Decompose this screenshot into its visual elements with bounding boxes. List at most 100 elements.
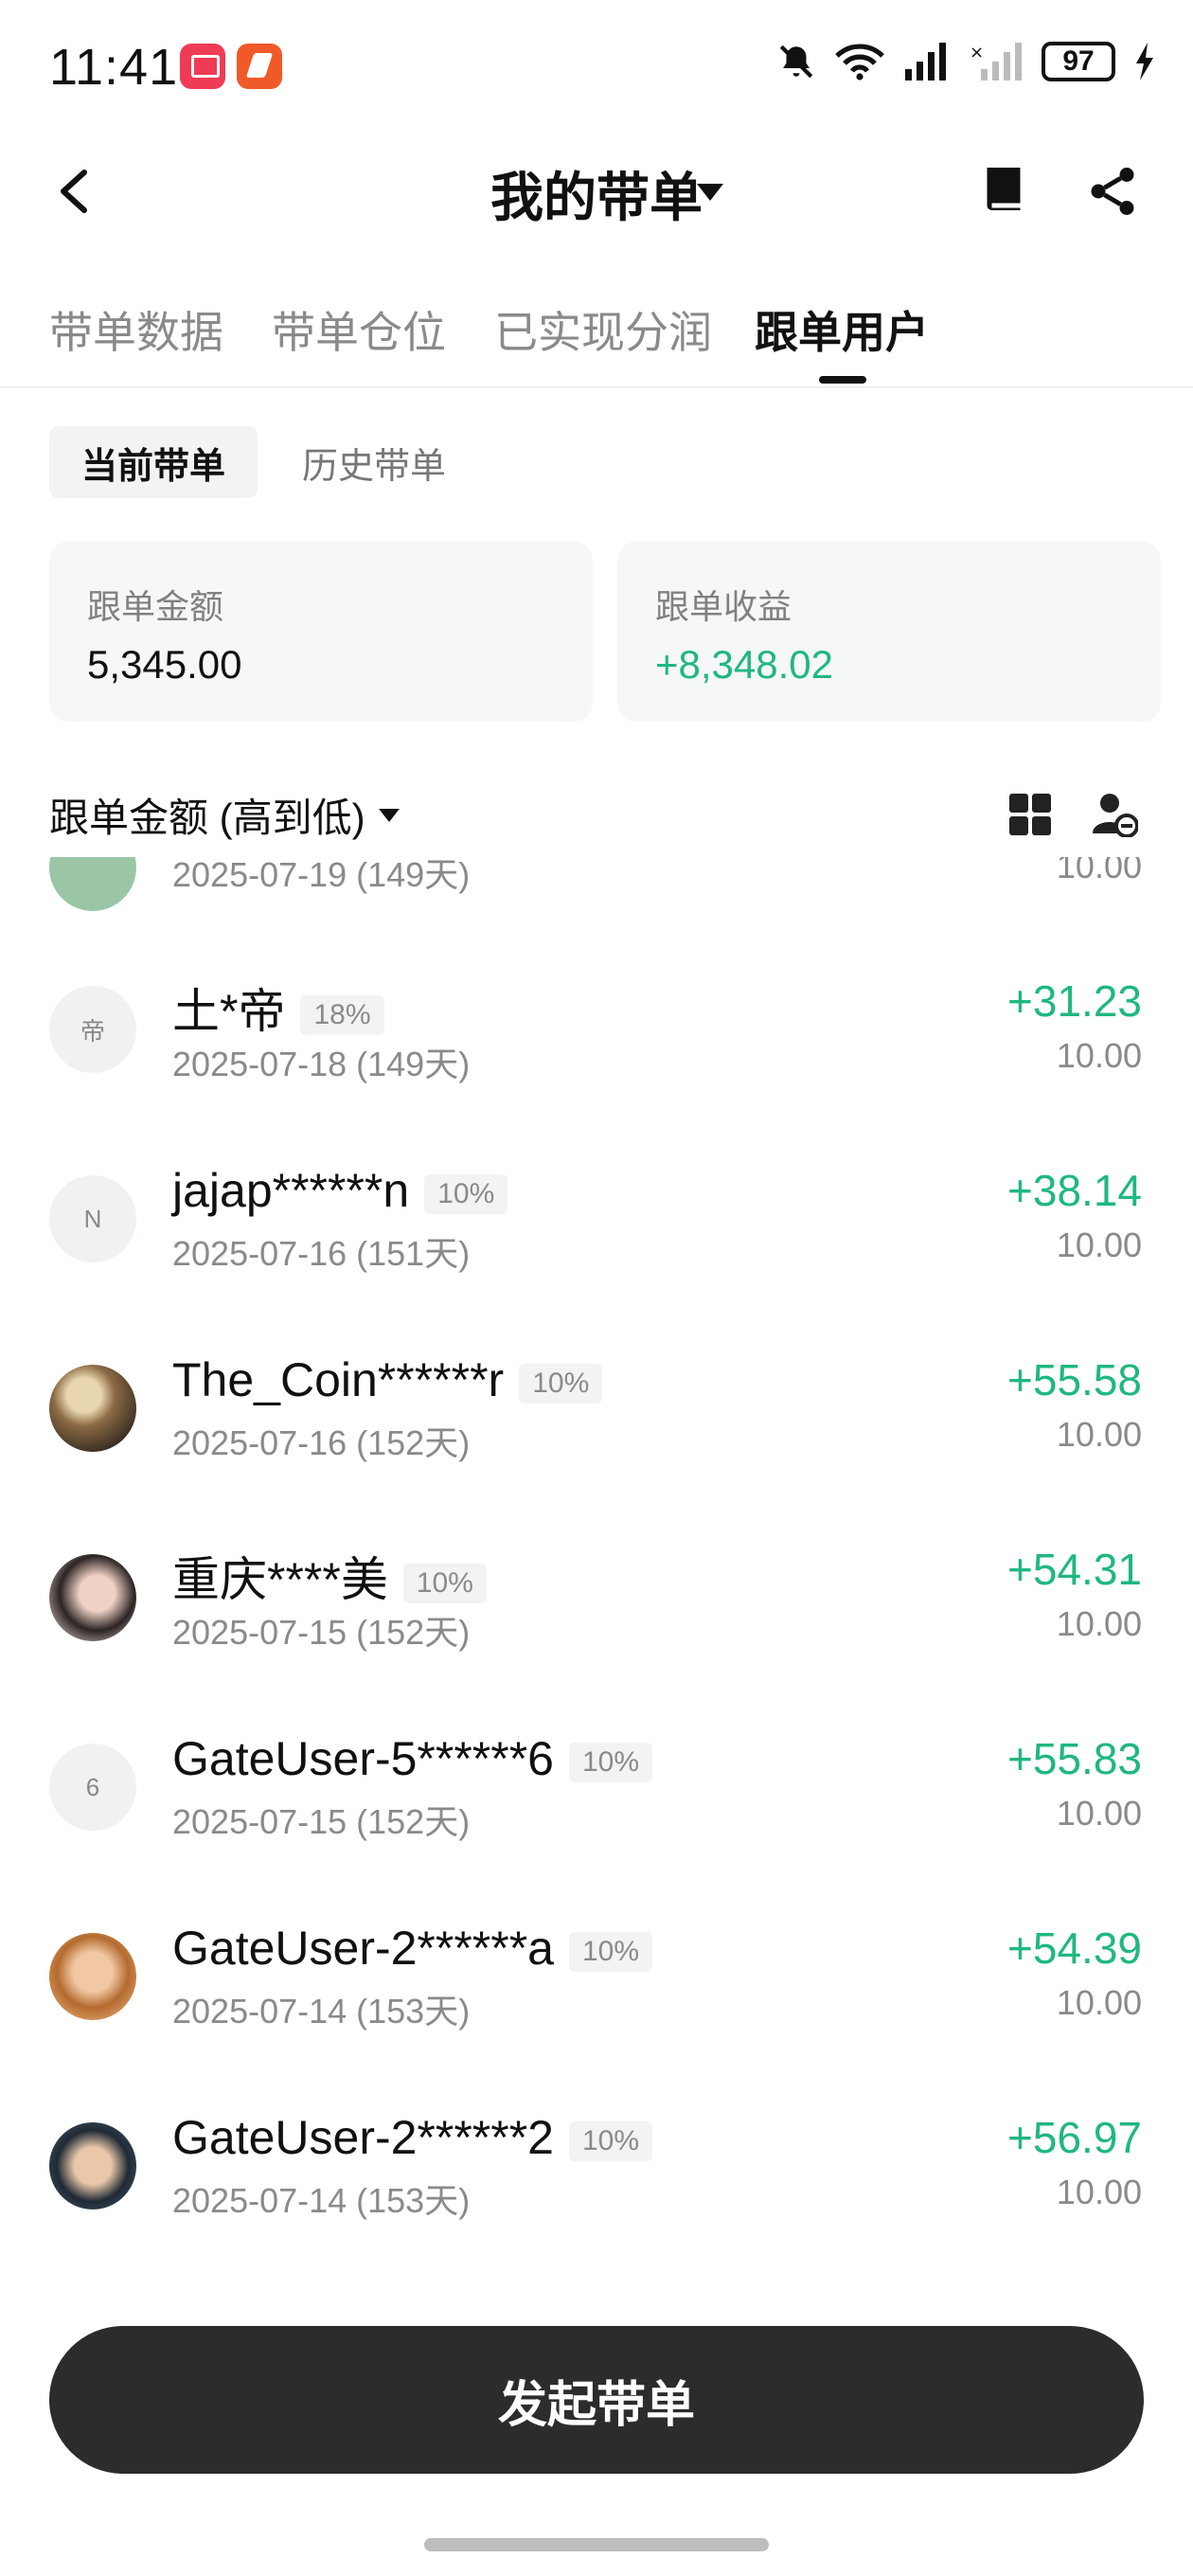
follower-amount: 10.00 — [1056, 2173, 1142, 2211]
follower-amount: 10.00 — [1056, 1604, 1142, 1643]
follower-profit: +38.14 — [1007, 1166, 1142, 1215]
follower-name: jajap******n — [172, 1164, 410, 1217]
avatar: 6 — [49, 1744, 136, 1831]
share-button[interactable] — [1084, 163, 1141, 220]
subtab-history[interactable]: 历史带单 — [284, 426, 464, 498]
profit-share-badge: 18% — [300, 994, 384, 1035]
follower-row[interactable]: 6 GateUser-5******6 10% 2025-07-15 (152天) +5… — [0, 1676, 1193, 1866]
profit-share-badge: 10% — [568, 1742, 653, 1782]
follower-profit: +54.31 — [1007, 1545, 1142, 1594]
avatar — [49, 857, 136, 911]
grid-icon — [1009, 794, 1051, 835]
follower-amount: 10.00 — [1056, 1036, 1142, 1075]
profit-share-badge: 10% — [519, 1363, 603, 1404]
follower-list: 2025-07-19 (149天) 10.00 帝土*帝 18% 2025-07-18 … — [0, 857, 1193, 2259]
active-tab-indicator — [819, 376, 866, 384]
follower-profit: +55.58 — [1007, 1355, 1142, 1404]
follower-name-line: GateUser-2******2 10% — [172, 2110, 653, 2165]
follower-amount: 10.00 — [1056, 1415, 1142, 1454]
profit-value: +8,348.02 — [655, 642, 834, 687]
sort-dropdown[interactable]: 跟单金额 (高到低) — [49, 786, 400, 844]
subtab-current[interactable]: 当前带单 — [49, 426, 258, 498]
app-header: 我的带单 — [0, 142, 1193, 246]
bell-off-icon — [779, 45, 813, 79]
follower-row[interactable]: GateUser-2******2 10% 2025-07-14 (153天) +56… — [0, 2055, 1193, 2245]
user-remove-icon — [1093, 794, 1139, 838]
follow-date: 2025-07-16 (151天) — [172, 1234, 471, 1273]
amount-label: 跟单金额 — [87, 587, 224, 626]
status-icons: × 97 — [776, 42, 1155, 81]
tab-positions[interactable]: 带单仓位 — [272, 298, 446, 361]
follower-row[interactable]: 2025-07-19 (149天) 10.00 — [0, 857, 1193, 919]
tab-copy-data[interactable]: 带单数据 — [49, 298, 223, 361]
guide-button[interactable] — [975, 163, 1032, 220]
follower-row[interactable]: Njajap******n 10% 2025-07-16 (151天) +38.14 1… — [0, 1108, 1193, 1297]
follower-name-line: 重庆****美 10% — [172, 1542, 487, 1610]
follow-date: 2025-07-14 (153天) — [172, 1992, 471, 2030]
follow-date: 2025-07-14 (153天) — [172, 2181, 471, 2220]
follow-date: 2025-07-18 (149天) — [172, 1045, 471, 1083]
follower-name-line: GateUser-2******a 10% — [172, 1921, 653, 1976]
follower-name-line: The_Coin******r 10% — [172, 1352, 603, 1407]
charging-icon — [1136, 43, 1153, 80]
grid-view-button[interactable] — [1009, 794, 1051, 835]
amount-card: 跟单金额 5,345.00 — [49, 542, 593, 722]
caret-down-icon[interactable] — [697, 184, 723, 201]
signal-icon — [905, 43, 946, 80]
avatar — [49, 1554, 136, 1641]
caret-down-icon — [378, 808, 400, 822]
follower-profit: +56.97 — [1007, 2113, 1142, 2162]
follower-name: 土*帝 — [172, 985, 286, 1038]
follower-name-line: jajap******n 10% — [172, 1163, 508, 1218]
share-icon — [1091, 168, 1134, 215]
app-root: 11:41 × 97 我的带单 带单数据 带单仓位 已实现分润 跟单用户 当前带… — [0, 0, 1193, 2576]
profit-share-badge: 10% — [402, 1563, 487, 1603]
follower-name: The_Coin******r — [172, 1353, 505, 1406]
follow-date: 2025-07-19 (149天) — [172, 857, 471, 894]
follower-amount: 10.00 — [1056, 857, 1142, 886]
profit-share-badge: 10% — [568, 1931, 653, 1972]
book-icon — [987, 168, 1021, 210]
profit-share-badge: 10% — [424, 1173, 508, 1214]
tab-realized-share[interactable]: 已实现分润 — [494, 298, 712, 361]
sort-label: 跟单金额 (高到低) — [49, 796, 365, 840]
follow-date: 2025-07-15 (152天) — [172, 1613, 471, 1652]
profit-label: 跟单收益 — [655, 587, 792, 626]
follower-profit: +55.83 — [1007, 1734, 1142, 1783]
follower-name-line: 土*帝 18% — [172, 974, 384, 1042]
notification-app-icon — [237, 44, 282, 89]
status-bar: 11:41 × 97 — [0, 0, 1193, 133]
amount-value: 5,345.00 — [87, 642, 242, 687]
avatar — [49, 2122, 136, 2209]
wifi-icon — [835, 44, 884, 80]
svg-text:×: × — [970, 43, 984, 63]
follower-name-line: GateUser-5******6 10% — [172, 1731, 653, 1786]
manage-followers-button[interactable] — [1091, 790, 1139, 838]
start-copy-trading-button[interactable]: 发起带单 — [49, 2326, 1144, 2474]
tab-followers[interactable]: 跟单用户 — [755, 298, 929, 361]
avatar: N — [49, 1175, 136, 1262]
home-indicator[interactable] — [424, 2538, 769, 2551]
follower-profit: +31.23 — [1007, 976, 1142, 1026]
avatar: 帝 — [49, 986, 136, 1073]
follower-amount: 10.00 — [1056, 1983, 1142, 2022]
follower-name: 重庆****美 — [172, 1553, 388, 1606]
avatar — [49, 1365, 136, 1452]
follower-row[interactable]: 帝土*帝 18% 2025-07-18 (149天) +31.23 10.00 — [0, 919, 1193, 1108]
profit-share-badge: 10% — [568, 2120, 653, 2161]
follower-row[interactable]: GateUser-2******a 10% 2025-07-14 (153天) +54… — [0, 1866, 1193, 2055]
follower-name: GateUser-2******a — [172, 1922, 554, 1975]
main-tabs: 带单数据 带单仓位 已实现分润 跟单用户 — [0, 289, 1193, 388]
follower-row[interactable]: 重庆****美 10% 2025-07-15 (152天) +54.31 10.00 — [0, 1487, 1193, 1676]
follower-row[interactable]: The_Coin******r 10% 2025-07-16 (152天) +55.5… — [0, 1297, 1193, 1487]
signal-weak-icon: × — [970, 43, 1022, 80]
follower-amount: 10.00 — [1056, 1794, 1142, 1833]
battery-indicator: 97 — [1042, 42, 1115, 81]
profit-card: 跟单收益 +8,348.02 — [617, 542, 1161, 722]
follow-date: 2025-07-15 (152天) — [172, 1802, 471, 1841]
follower-profit: +54.39 — [1007, 1923, 1142, 1973]
follow-date: 2025-07-16 (152天) — [172, 1423, 471, 1462]
avatar — [49, 1933, 136, 2020]
app-gallery-icon — [180, 44, 225, 89]
follower-name: GateUser-2******2 — [172, 2111, 554, 2164]
